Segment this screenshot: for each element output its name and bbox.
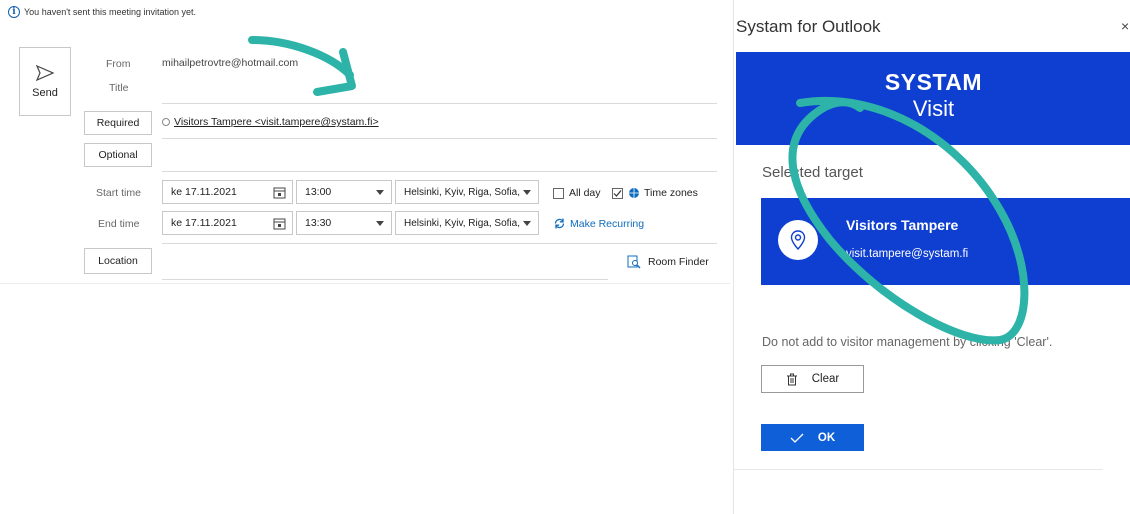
end-timezone-select[interactable]: Helsinki, Kyiv, Riga, Sofia, [395,211,539,235]
info-icon: i [8,6,20,18]
required-attendee[interactable]: Visitors Tampere <visit.tampere@systam.f… [174,116,379,128]
recurring-icon [554,218,565,229]
panel-bottom-divider [734,469,1103,470]
trash-icon [786,373,797,385]
selected-target-card[interactable]: Visitors Tampere visit.tampere@systam.fi [761,198,1130,285]
start-time-label: Start time [96,187,141,199]
meeting-compose-pane: i You haven't sent this meeting invitati… [0,0,730,514]
start-timezone-value: Helsinki, Kyiv, Riga, Sofia, [404,186,520,198]
location-pin-icon [778,220,818,260]
systam-visit-logo-banner: SYSTAM Visit [736,52,1130,145]
logo-text-visit: Visit [912,96,955,121]
required-attendees[interactable]: Visitors Tampere <visit.tampere@systam.f… [162,116,379,128]
optional-button[interactable]: Optional [84,143,152,167]
required-button[interactable]: Required [84,111,152,135]
end-time-value: 13:30 [305,217,332,229]
start-time-value: 13:00 [305,186,332,198]
required-underline [162,138,717,139]
time-zones-label: Time zones [644,187,698,199]
info-bar: i You haven't sent this meeting invitati… [8,6,196,18]
clear-button[interactable]: Clear [761,365,864,393]
end-timezone-value: Helsinki, Kyiv, Riga, Sofia, [404,217,520,229]
end-time-select[interactable]: 13:30 [296,211,392,235]
checkbox-checked-icon [612,187,623,199]
title-input-underline[interactable] [162,103,717,104]
time-zones-checkbox[interactable]: Time zones [612,187,698,199]
all-day-checkbox[interactable]: All day [553,187,601,199]
close-icon[interactable]: × [1121,18,1129,34]
room-finder-icon [627,255,641,269]
send-button[interactable]: Send [19,47,71,116]
target-name: Visitors Tampere [846,217,959,233]
send-label: Send [32,86,58,99]
send-icon [36,64,54,81]
form-bottom-divider [0,283,730,284]
ok-label: OK [817,431,836,444]
all-day-label: All day [569,187,601,199]
from-value[interactable]: mihailpetrovtre@hotmail.com [162,57,298,69]
make-recurring-label: Make Recurring [570,217,645,230]
chevron-down-icon [376,190,384,195]
chevron-down-icon [376,221,384,226]
checkmark-icon [790,433,804,443]
time-section-divider [162,243,717,244]
title-label: Title [109,82,129,94]
globe-icon [629,188,639,198]
chevron-down-icon [523,221,531,226]
from-label: From [106,58,131,70]
location-input-underline[interactable] [162,279,608,280]
end-time-label: End time [98,218,140,230]
room-finder-button[interactable]: Room Finder [627,255,709,269]
selected-target-label: Selected target [762,164,863,181]
optional-underline[interactable] [162,171,717,172]
chevron-down-icon [523,190,531,195]
start-timezone-select[interactable]: Helsinki, Kyiv, Riga, Sofia, [395,180,539,204]
target-email: visit.tampere@systam.fi [846,248,969,260]
systam-addin-panel: Systam for Outlook × SYSTAM Visit Select… [733,0,1130,514]
make-recurring-button[interactable]: Make Recurring [553,217,644,230]
location-button[interactable]: Location [84,248,152,274]
start-date-value: ke 17.11.2021 [171,186,237,198]
start-date-field[interactable]: ke 17.11.2021 [162,180,293,204]
start-time-select[interactable]: 13:00 [296,180,392,204]
info-text: You haven't sent this meeting invitation… [24,7,196,17]
ok-button[interactable]: OK [761,424,864,451]
clear-hint-text: Do not add to visitor management by clic… [762,335,1053,349]
logo-text-systam: SYSTAM [884,69,983,95]
checkbox-icon [553,187,564,199]
end-date-field[interactable]: ke 17.11.2021 [162,211,293,235]
calendar-icon[interactable] [273,217,286,230]
end-date-value: ke 17.11.2021 [171,217,237,229]
calendar-icon[interactable] [273,186,286,199]
presence-icon [162,118,170,126]
panel-title: Systam for Outlook [736,17,881,36]
room-finder-label: Room Finder [648,256,709,268]
clear-label: Clear [811,373,840,385]
